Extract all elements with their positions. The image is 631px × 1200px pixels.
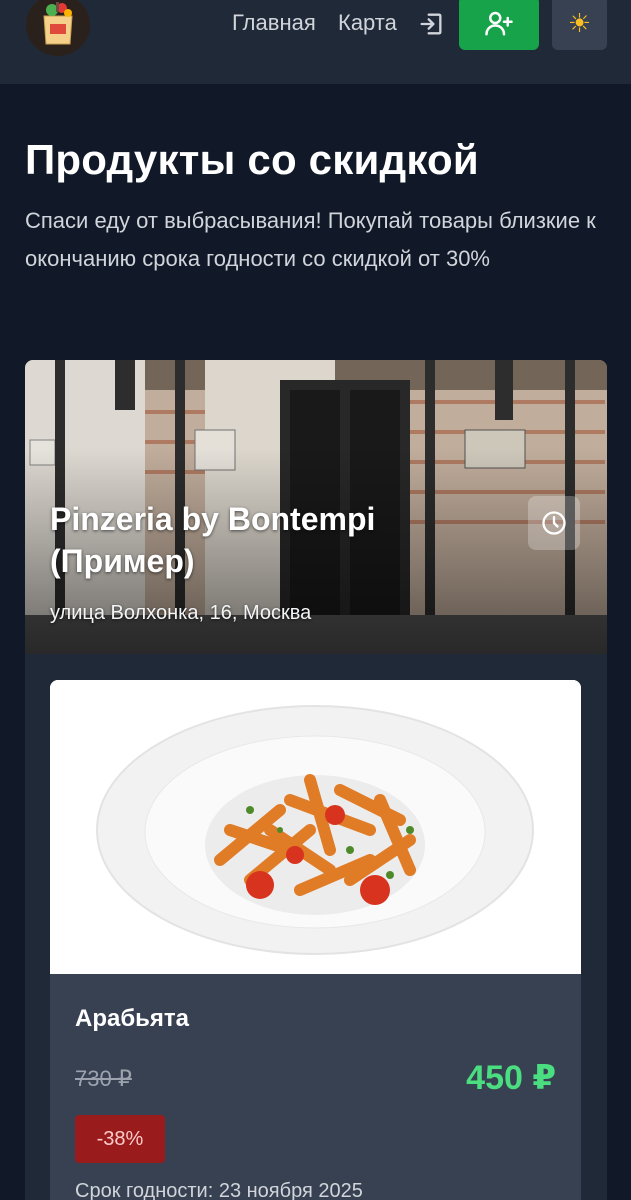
page-title: Продукты со скидкой	[25, 136, 479, 183]
store-hours-button[interactable]	[528, 496, 580, 550]
theme-toggle-button[interactable]: ☀	[552, 0, 607, 50]
page-subtitle: Спаси еду от выбрасывания! Покупай товар…	[25, 208, 596, 271]
product-photo	[50, 680, 581, 974]
old-price: 730 ₽	[75, 1066, 132, 1091]
product-card[interactable]: Арабьята 730 ₽ 450 ₽ -38% Срок годности:…	[50, 680, 581, 1200]
store-card[interactable]: Pinzeria by Bontempi (Пример) улица Волх…	[25, 360, 607, 1200]
sun-icon: ☀	[567, 7, 592, 38]
product-name: Арабьята	[75, 1005, 190, 1032]
login-icon[interactable]	[417, 10, 445, 38]
store-address: улица Волхонка, 16, Москва	[50, 602, 312, 624]
store-name[interactable]: Pinzeria by Bontempi (Пример)	[50, 498, 470, 582]
logo[interactable]	[26, 0, 90, 56]
expiry-date: Срок годности: 23 ноября 2025	[75, 1180, 363, 1200]
user-plus-icon	[485, 11, 513, 36]
top-navbar: Главная Карта ☀	[0, 0, 631, 84]
discount-badge: -38%	[75, 1115, 165, 1163]
register-button[interactable]	[459, 0, 539, 50]
new-price: 450 ₽	[466, 1059, 556, 1097]
nav-home-link[interactable]: Главная	[232, 10, 316, 36]
clock-icon	[542, 511, 566, 535]
grocery-bag-logo-icon	[26, 0, 90, 56]
nav-map-link[interactable]: Карта	[338, 10, 397, 36]
